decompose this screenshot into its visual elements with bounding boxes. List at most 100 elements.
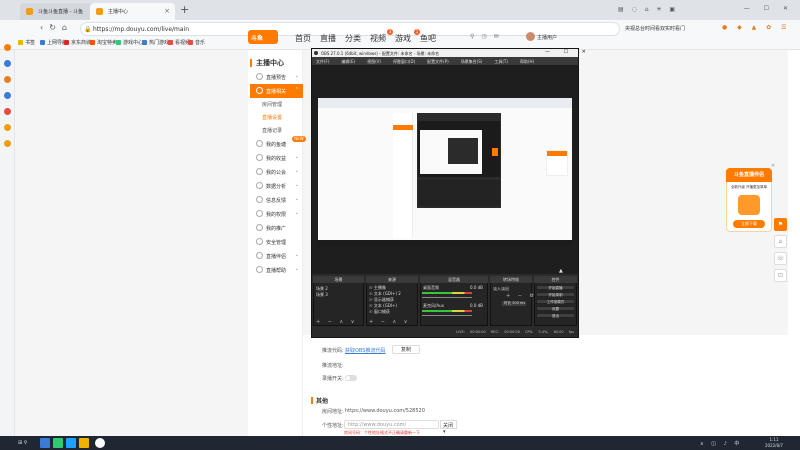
taskbar-app-icon[interactable] xyxy=(66,438,76,448)
submenu-item[interactable]: 直播记录 xyxy=(262,127,282,134)
app-icon[interactable] xyxy=(4,140,11,147)
app-icon[interactable] xyxy=(4,124,11,131)
menu-item[interactable]: 安全管理 xyxy=(250,235,303,249)
download-button[interactable]: 立即下载 xyxy=(733,220,765,228)
bookmark-item[interactable]: 看视频 xyxy=(168,39,190,46)
studio-mode-button[interactable]: 工作室模式 xyxy=(536,299,575,304)
bookmark-item[interactable]: 上网导航 xyxy=(40,39,67,46)
browser-tab-active[interactable]: 主播中心 × xyxy=(90,3,175,20)
app-icon[interactable] xyxy=(4,108,11,115)
bookmark-item[interactable]: 音乐 xyxy=(188,39,205,46)
captured-browser-bar xyxy=(318,98,572,108)
nav-game[interactable]: 游戏 xyxy=(395,33,411,44)
clock[interactable]: 1:11 2022/8/7 xyxy=(765,437,783,449)
volume-slider[interactable] xyxy=(422,297,472,298)
menu-item[interactable]: 我的推广 xyxy=(250,221,303,235)
douyu-logo[interactable]: 斗鱼 xyxy=(248,30,278,44)
window-controls[interactable]: — ☐ ✕ xyxy=(744,5,794,12)
get-stream-code-link[interactable]: 获取OBS推流代码 xyxy=(345,347,385,354)
transition-buttons[interactable]: + − ⚙ xyxy=(506,293,537,299)
source-buttons[interactable]: + − ∧ ∨ xyxy=(369,319,410,325)
nav-home[interactable]: 首页 xyxy=(295,33,311,44)
new-tab-button[interactable]: + xyxy=(180,3,189,16)
submenu-item-selected[interactable]: 直播设置 xyxy=(262,114,282,121)
service-icon[interactable]: ☏ xyxy=(774,252,787,265)
taskbar-obs-icon[interactable] xyxy=(95,438,105,448)
menu-icon xyxy=(256,238,263,245)
app-icon[interactable] xyxy=(4,60,11,67)
close-select[interactable]: 关闭 ▾ xyxy=(440,420,457,435)
exit-button[interactable]: 退出 xyxy=(536,313,575,318)
chevron-down-icon: ⌄ xyxy=(294,182,299,188)
close-icon[interactable]: ✕ xyxy=(771,163,775,169)
menu-item[interactable]: 直播伴侣 ⌄ xyxy=(250,249,303,263)
taskbar-app-icon[interactable] xyxy=(53,438,63,448)
record-toggle[interactable] xyxy=(345,375,357,381)
obs-menu-tools[interactable]: 工具(T) xyxy=(494,59,508,64)
obs-menu-edit[interactable]: 编辑(E) xyxy=(341,59,355,64)
header-icons[interactable]: ⚲◷✉ xyxy=(470,33,506,40)
menu-item[interactable]: 信息反馈 ⌄ xyxy=(250,193,303,207)
obs-menu-view[interactable]: 视图(V) xyxy=(367,59,381,64)
mixer-db: 0.0 dB xyxy=(470,285,483,290)
nav-category[interactable]: 分类 xyxy=(345,33,361,44)
scene-item[interactable]: 场景 3 xyxy=(316,292,328,298)
bookmark-item[interactable]: 书签 xyxy=(18,39,35,46)
menu-item[interactable]: 数据分析 ⌄ xyxy=(250,179,303,193)
source-item[interactable]: ☉ 窗口捕获 xyxy=(369,309,390,315)
menu-item[interactable]: 我的收益 ⌄ xyxy=(250,151,303,165)
avatar[interactable] xyxy=(526,32,535,41)
bookmark-item[interactable]: 淘宝特卖 xyxy=(90,39,117,46)
home-icon[interactable]: ⌂ xyxy=(774,235,787,248)
custom-url-input[interactable]: http://www.douyu.com/ xyxy=(344,420,439,429)
copy-button[interactable]: 复制 xyxy=(392,345,420,354)
submenu-item[interactable]: 房间管理 xyxy=(262,101,282,108)
obs-menu-docks[interactable]: 停靠窗口(D) xyxy=(393,59,415,64)
browser-nav-buttons[interactable]: ‹↻⌂ xyxy=(40,23,73,32)
extension-icons[interactable]: ● ◆ ▲ ✿ ☰ xyxy=(722,24,791,31)
volume-slider[interactable] xyxy=(422,315,472,316)
message-icon[interactable]: ✉ xyxy=(494,33,506,40)
username[interactable]: 主播用户 xyxy=(537,34,557,41)
settings-button[interactable]: 设置 xyxy=(536,306,575,311)
taskbar-app-icon[interactable] xyxy=(40,438,50,448)
obs-menu-help[interactable]: 帮助(H) xyxy=(520,59,534,64)
live-icon[interactable]: ⚑ xyxy=(774,218,787,231)
history-icon[interactable]: ◷ xyxy=(481,33,493,40)
refresh-icon[interactable]: ↻ xyxy=(49,23,62,32)
menu-item[interactable]: 直播预告 ⌄ xyxy=(250,70,303,84)
feedback-icon[interactable]: ⊡ xyxy=(774,269,787,282)
scene-buttons[interactable]: + − ∧ ∨ xyxy=(316,319,357,325)
app-icon[interactable] xyxy=(4,76,11,83)
app-icon[interactable] xyxy=(4,44,11,51)
taskbar-app-icon[interactable] xyxy=(79,438,89,448)
nav-video[interactable]: 视频 xyxy=(370,33,386,44)
obs-menu-scene-collection[interactable]: 场景集合(S) xyxy=(461,59,483,64)
bookmark-item[interactable]: 京东商城 xyxy=(64,39,91,46)
transition-duration[interactable]: 时长 300 ms xyxy=(502,301,526,306)
chevron-down-icon: ⌄ xyxy=(294,266,299,272)
obs-title-bar[interactable]: OBS 27.0.1 (64bit, windows) - 配置文件: 未命名 … xyxy=(312,49,578,57)
app-icon[interactable] xyxy=(4,92,11,99)
transition-select[interactable]: 淡入淡出 xyxy=(493,286,509,292)
obs-menu-profile[interactable]: 配置文件(P) xyxy=(427,59,449,64)
home-icon[interactable]: ⌂ xyxy=(62,23,73,32)
obs-window-controls[interactable]: — ☐ ✕ xyxy=(545,49,592,55)
back-icon[interactable]: ‹ xyxy=(40,23,49,32)
menu-item[interactable]: 我的公会 ⌄ xyxy=(250,165,303,179)
nav-live[interactable]: 直播 xyxy=(320,33,336,44)
bookmark-item[interactable]: 热门游戏 xyxy=(142,39,169,46)
start-recording-button[interactable]: 开始录制 xyxy=(536,292,575,297)
start-streaming-button[interactable]: 开始直播 xyxy=(536,285,575,290)
close-icon[interactable]: × xyxy=(164,7,170,15)
obs-menu-file[interactable]: 文件(F) xyxy=(316,59,329,64)
system-tray[interactable]: ∧ ◫ ♪ 中 xyxy=(700,440,742,447)
menu-item[interactable]: 我的权限 ⌄ xyxy=(250,207,303,221)
menu-item-active[interactable]: 直播相关 ⌃ xyxy=(250,84,303,98)
browser-toolbar-icons[interactable]: ▤ ◌ ⌂ ✳ ▣ xyxy=(618,6,678,13)
bookmark-item[interactable]: 游戏中心 xyxy=(116,39,143,46)
menu-item[interactable]: 直播帮助 ⌄ xyxy=(250,263,303,277)
search-suggestion[interactable]: 央视总台时间看双实时看门 xyxy=(625,25,720,32)
search-icon[interactable]: ⚲ xyxy=(470,33,481,40)
nav-fishbar[interactable]: 鱼吧 xyxy=(420,33,436,44)
